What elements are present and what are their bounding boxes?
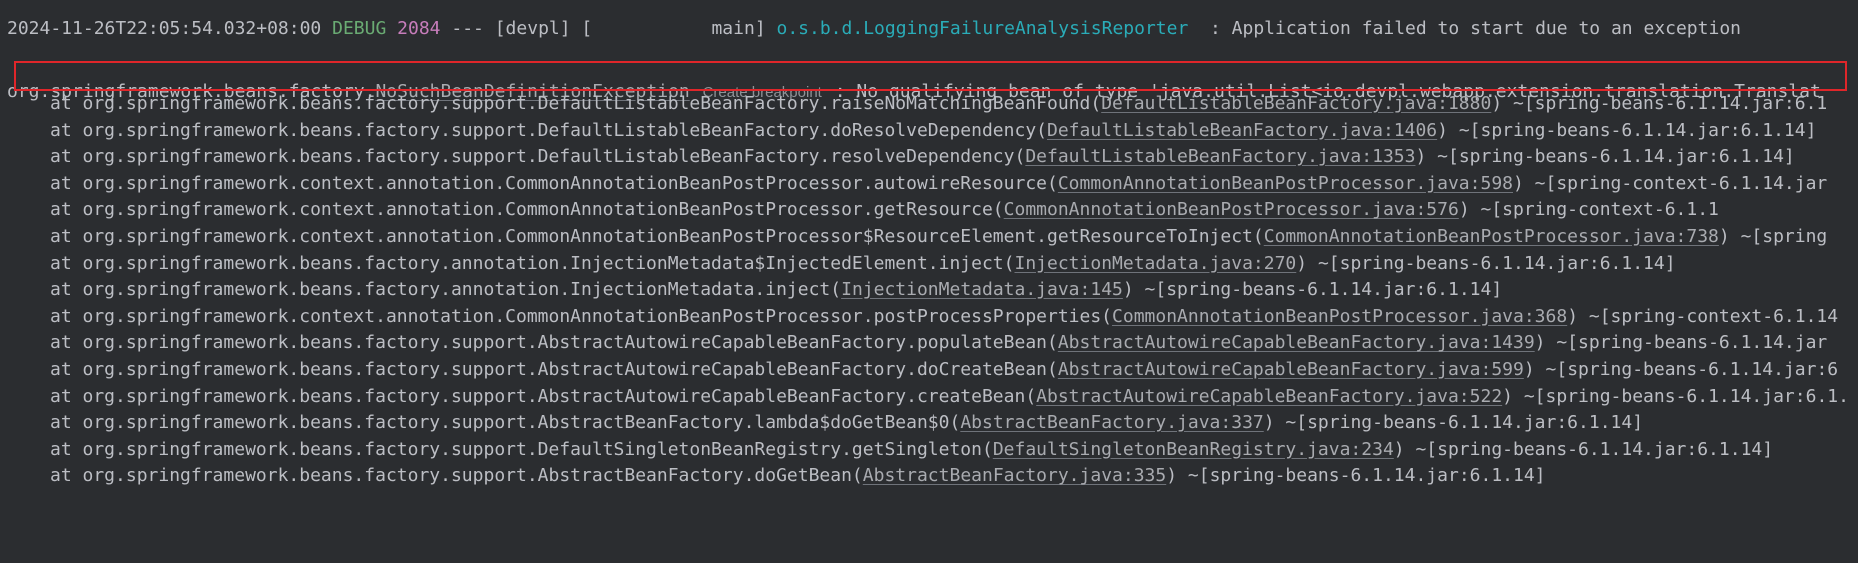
- stack-frame-method: at org.springframework.context.annotatio…: [50, 305, 1113, 327]
- stack-frame-jar: ) ~[spring-beans-6.1.14.jar:6.1.14]: [1166, 465, 1546, 487]
- log-level: DEBUG: [332, 18, 387, 39]
- stack-frame-line: at org.springframework.beans.factory.sup…: [50, 461, 1546, 491]
- stack-frame-jar: ) ~[spring-beans-6.1.14.jar:6.1.: [1502, 385, 1849, 407]
- log-pid: 2084: [397, 18, 441, 39]
- stack-frame-method: at org.springframework.context.annotatio…: [50, 172, 1058, 194]
- stack-frame-method: at org.springframework.beans.factory.sup…: [50, 146, 1026, 168]
- stack-frame-jar: ) ~[spring-context-6.1.1: [1458, 199, 1719, 221]
- stack-frame-jar: ) ~[spring-beans-6.1.14.jar:6.1.14]: [1437, 119, 1817, 141]
- stack-frame-jar: ) ~[spring-beans-6.1.14.jar:6.1: [1491, 93, 1828, 114]
- stack-frame-source-link[interactable]: AbstractBeanFactory.java:337: [960, 412, 1263, 433]
- stack-frame-method: at org.springframework.beans.factory.sup…: [50, 385, 1037, 407]
- stack-frame-jar: ) ~[spring-beans-6.1.14.jar:6: [1523, 359, 1839, 380]
- stack-frame-method: at org.springframework.beans.factory.sup…: [50, 93, 1102, 114]
- stack-frame-line: at org.springframework.beans.factory.sup…: [50, 142, 1795, 172]
- stack-frame-line: at org.springframework.context.annotatio…: [50, 195, 1719, 225]
- stack-frame-source-link[interactable]: CommonAnnotationBeanPostProcessor.java:7…: [1264, 226, 1719, 247]
- console-output: 2024-11-26T22:05:54.032+08:00 DEBUG 2084…: [0, 0, 1858, 563]
- stack-frame-jar: ) ~[spring-beans-6.1.14.jar:6.1.14]: [1122, 279, 1503, 301]
- stack-frame-method: at org.springframework.beans.factory.sup…: [50, 438, 993, 460]
- stack-frame-method: at org.springframework.beans.factory.sup…: [50, 465, 863, 487]
- stack-frame-jar: ) ~[spring-beans-6.1.14.jar:6.1.14]: [1415, 146, 1795, 168]
- stack-frame-source-link[interactable]: DefaultSingletonBeanRegistry.java:234: [993, 439, 1394, 460]
- stack-frame-source-link[interactable]: AbstractAutowireCapableBeanFactory.java:…: [1058, 359, 1524, 380]
- log-thread: [ main]: [581, 18, 766, 39]
- stack-frame-line: at org.springframework.beans.factory.ann…: [50, 249, 1676, 279]
- stack-frame-line: at org.springframework.beans.factory.sup…: [50, 435, 1773, 465]
- log-message: : Application failed to start due to an …: [1188, 18, 1741, 39]
- stack-frame-source-link[interactable]: DefaultListableBeanFactory.java:1880: [1101, 93, 1491, 114]
- stack-frame-line: at org.springframework.beans.factory.sup…: [50, 355, 1838, 385]
- stack-frame-line: at org.springframework.beans.factory.sup…: [50, 408, 1643, 438]
- stack-frame-method: at org.springframework.beans.factory.sup…: [50, 359, 1058, 380]
- stack-frame-jar: ) ~[spring-beans-6.1.14.jar: [1534, 332, 1828, 354]
- stack-frame-line: at org.springframework.beans.factory.sup…: [50, 382, 1849, 412]
- stack-frame-jar: ) ~[spring-beans-6.1.14.jar:6.1.14]: [1296, 252, 1676, 274]
- stack-frame-jar: ) ~[spring-context-6.1.14.jar: [1513, 172, 1828, 194]
- stack-frame-source-link[interactable]: AbstractAutowireCapableBeanFactory.java:…: [1036, 386, 1502, 407]
- stack-frame-jar: ) ~[spring-beans-6.1.14.jar:6.1.14]: [1393, 438, 1774, 460]
- stack-frame-line: at org.springframework.context.annotatio…: [50, 222, 1827, 252]
- stack-frame-line: at org.springframework.context.annotatio…: [50, 169, 1827, 199]
- stack-frame-method: at org.springframework.beans.factory.sup…: [50, 119, 1047, 141]
- log-timestamp: 2024-11-26T22:05:54.032+08:00: [7, 18, 322, 39]
- stack-frame-method: at org.springframework.beans.factory.ann…: [50, 252, 1015, 274]
- log-separator: ---: [451, 18, 484, 39]
- stack-frame-method: at org.springframework.beans.factory.ann…: [50, 279, 842, 301]
- stack-frame-source-link[interactable]: DefaultListableBeanFactory.java:1353: [1025, 146, 1415, 167]
- log-app-name: [devpl]: [494, 18, 571, 39]
- log-logger-name[interactable]: o.s.b.d.LoggingFailureAnalysisReporter: [777, 18, 1189, 39]
- stack-frame-jar: ) ~[spring: [1718, 226, 1828, 247]
- stack-frame-line: at org.springframework.context.annotatio…: [50, 302, 1838, 332]
- stack-frame-source-link[interactable]: DefaultListableBeanFactory.java:1406: [1047, 120, 1437, 141]
- stack-frame-source-link[interactable]: CommonAnnotationBeanPostProcessor.java:5…: [1004, 199, 1459, 220]
- stack-frame-source-link[interactable]: CommonAnnotationBeanPostProcessor.java:5…: [1058, 173, 1513, 194]
- stack-frame-method: at org.springframework.beans.factory.sup…: [50, 412, 961, 434]
- stack-frame-source-link[interactable]: InjectionMetadata.java:270: [1015, 253, 1297, 274]
- stack-frame-source-link[interactable]: AbstractAutowireCapableBeanFactory.java:…: [1058, 332, 1535, 353]
- stack-frame-source-link[interactable]: InjectionMetadata.java:145: [841, 279, 1123, 300]
- stack-frame-source-link[interactable]: AbstractBeanFactory.java:335: [863, 465, 1166, 486]
- stack-frame-source-link[interactable]: CommonAnnotationBeanPostProcessor.java:3…: [1112, 306, 1567, 327]
- stack-frame-line: at org.springframework.beans.factory.sup…: [50, 328, 1827, 358]
- stack-frame-jar: ) ~[spring-beans-6.1.14.jar:6.1.14]: [1263, 412, 1644, 434]
- stack-frame-method: at org.springframework.context.annotatio…: [50, 199, 1004, 221]
- stack-frame-method: at org.springframework.beans.factory.sup…: [50, 332, 1058, 354]
- stack-frame-method: at org.springframework.context.annotatio…: [50, 226, 1264, 247]
- stack-frame-line: at org.springframework.beans.factory.sup…: [50, 116, 1816, 146]
- stack-frame-jar: ) ~[spring-context-6.1.14: [1567, 305, 1839, 327]
- log-header-line: 2024-11-26T22:05:54.032+08:00 DEBUG 2084…: [7, 14, 1741, 44]
- stack-frame-line: at org.springframework.beans.factory.ann…: [50, 275, 1502, 305]
- stack-frame-line: at org.springframework.beans.factory.sup…: [50, 89, 1827, 119]
